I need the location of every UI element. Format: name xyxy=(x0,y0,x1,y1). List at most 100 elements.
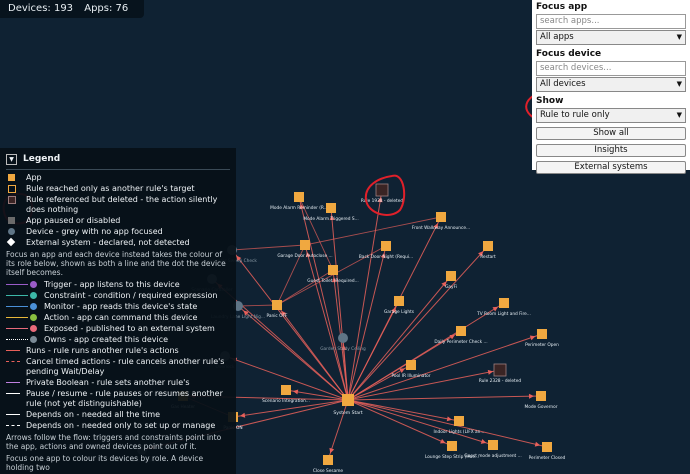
legend-monitor: Monitor - app reads this device's state xyxy=(6,302,230,312)
legend-header[interactable]: ▼ Legend xyxy=(6,152,230,170)
app-node-square xyxy=(406,360,416,370)
node-label: Perimeter Closed xyxy=(529,455,566,461)
app-node-square xyxy=(328,265,338,275)
app-node-square xyxy=(446,271,456,281)
constraint-dot-icon xyxy=(30,292,37,299)
device-dot-icon xyxy=(8,228,15,235)
deleted-square-icon xyxy=(8,196,16,204)
node-label: Garage Door Autoclose ... xyxy=(277,253,332,259)
node-label: Guest mode adjustment ... xyxy=(464,453,521,459)
legend-pause: Pause / resume - rule pauses or resumes … xyxy=(6,389,230,409)
node-label: Garage Lights xyxy=(384,309,415,315)
action-line-icon xyxy=(6,317,28,318)
legend-app: App xyxy=(6,173,230,183)
monitor-line-icon xyxy=(6,306,28,307)
paused-square-icon xyxy=(8,217,15,224)
app-node-square xyxy=(488,440,498,450)
show-select[interactable]: Rule to rule only ▼ xyxy=(536,108,686,123)
exposed-line-icon xyxy=(6,328,28,329)
trigger-dot-icon xyxy=(30,281,37,288)
app-node-square xyxy=(323,455,333,465)
legend-cancel: Cancel timed actions - rule cancels anot… xyxy=(6,357,230,377)
legend-rule-target: Rule reached only as another rule's targ… xyxy=(6,184,230,194)
node-label: System Start xyxy=(333,410,362,416)
app-node-square xyxy=(326,203,336,213)
legend-depends-setup: Depends on - needed only to set up or ma… xyxy=(6,421,230,431)
owns-line-icon xyxy=(6,339,28,340)
legend-owns: Owns - app created this device xyxy=(6,335,230,345)
search-apps-input[interactable]: search apps... xyxy=(536,14,686,29)
graph-node-app[interactable]: GayFi xyxy=(445,271,457,290)
collapse-triangle-icon[interactable]: ▼ xyxy=(6,153,17,165)
show-value: Rule to rule only xyxy=(540,110,610,120)
chevron-down-icon: ▼ xyxy=(676,80,682,88)
node-label: Mode Alarm Triggered S... xyxy=(303,216,358,222)
app-node-square xyxy=(537,329,547,339)
device-node-dot xyxy=(338,333,348,343)
pause-line-icon xyxy=(6,393,20,394)
monitor-dot-icon xyxy=(30,303,37,310)
app-node-square xyxy=(381,241,391,251)
focus-app-select[interactable]: All apps ▼ xyxy=(536,30,686,45)
node-label: Restart xyxy=(480,254,496,260)
node-label: Mode Alarm Reminder (R... xyxy=(270,205,328,211)
app-node-square xyxy=(447,441,457,451)
legend-focus-note: Focus an app and each device instead tak… xyxy=(6,250,226,277)
deleted-node-square xyxy=(493,363,507,377)
action-dot-icon xyxy=(30,314,37,321)
runs-line-icon xyxy=(6,350,20,351)
legend-arrows-note: Arrows follow the flow: triggers and con… xyxy=(6,433,222,451)
node-label: Pool IR Illuminator xyxy=(391,373,430,379)
focus-app-label: Focus app xyxy=(536,2,588,12)
chevron-down-icon: ▼ xyxy=(676,111,682,119)
show-all-button[interactable]: Show all xyxy=(536,127,686,140)
node-label: Mode Governor xyxy=(524,404,557,410)
app-node-square xyxy=(394,296,404,306)
legend-depends-all: Depends on - needed all the time xyxy=(6,410,230,420)
focus-device-select[interactable]: All devices ▼ xyxy=(536,77,686,92)
insights-button[interactable]: Insights xyxy=(536,144,686,157)
search-devices-input[interactable]: search devices... xyxy=(536,61,686,76)
focus-app-value: All apps xyxy=(540,32,574,42)
legend-focus-one-note: Focus one app to colour its devices by r… xyxy=(6,454,204,472)
trigger-line-icon xyxy=(6,284,28,285)
node-label: Garden Study Ceiling xyxy=(320,346,366,352)
private-line-icon xyxy=(6,382,20,383)
graph-stats: Devices: 193 Apps: 76 xyxy=(0,0,145,18)
node-label: Perimeter Open xyxy=(525,342,559,348)
depends-all-line-icon xyxy=(6,414,20,415)
app-node-square xyxy=(272,300,282,310)
device-count: Devices: 193 xyxy=(8,3,74,14)
depends-setup-line-icon xyxy=(6,425,20,426)
legend-exposed: Exposed - published to an external syste… xyxy=(6,324,230,334)
app-node-square xyxy=(300,240,310,250)
external-systems-button[interactable]: External systems xyxy=(536,161,686,174)
cancel-line-icon xyxy=(6,361,20,362)
legend-action: Action - app can command this device xyxy=(6,313,230,323)
node-label: Front Walkway Announce... xyxy=(412,225,470,231)
deleted-node-square xyxy=(375,183,389,197)
chevron-down-icon: ▼ xyxy=(676,33,682,41)
app-node-square xyxy=(542,442,552,452)
app-node-square xyxy=(499,298,509,308)
outlined-square-icon xyxy=(8,185,16,193)
focus-device-value: All devices xyxy=(540,79,586,89)
app-node-square xyxy=(281,385,291,395)
node-label: Indoor Lights (LIFX an... xyxy=(433,429,484,435)
legend-title: Legend xyxy=(23,154,61,164)
constraint-line-icon xyxy=(6,295,28,296)
node-label: Daily Perimeter Check ... xyxy=(434,339,487,345)
control-panel: Focus app search apps... All apps ▼ Focus… xyxy=(532,0,690,174)
legend-trigger: Trigger - app listens to this device xyxy=(6,280,230,290)
node-label: Scenario Integration... xyxy=(262,398,310,404)
node-label: Guest Toilet (Required... xyxy=(307,278,359,284)
focus-device-label: Focus device xyxy=(536,49,602,59)
diamond-icon xyxy=(6,237,16,247)
app-node-square xyxy=(436,212,446,222)
legend-panel: ▼ Legend App Rule reached only as anothe… xyxy=(0,148,236,474)
node-label: Close Sesame xyxy=(313,468,343,474)
app-count: Apps: 76 xyxy=(84,3,129,14)
app-node-square xyxy=(454,416,464,426)
node-label: GayFi xyxy=(445,284,457,290)
legend-app-paused: App paused or disabled xyxy=(6,216,230,226)
